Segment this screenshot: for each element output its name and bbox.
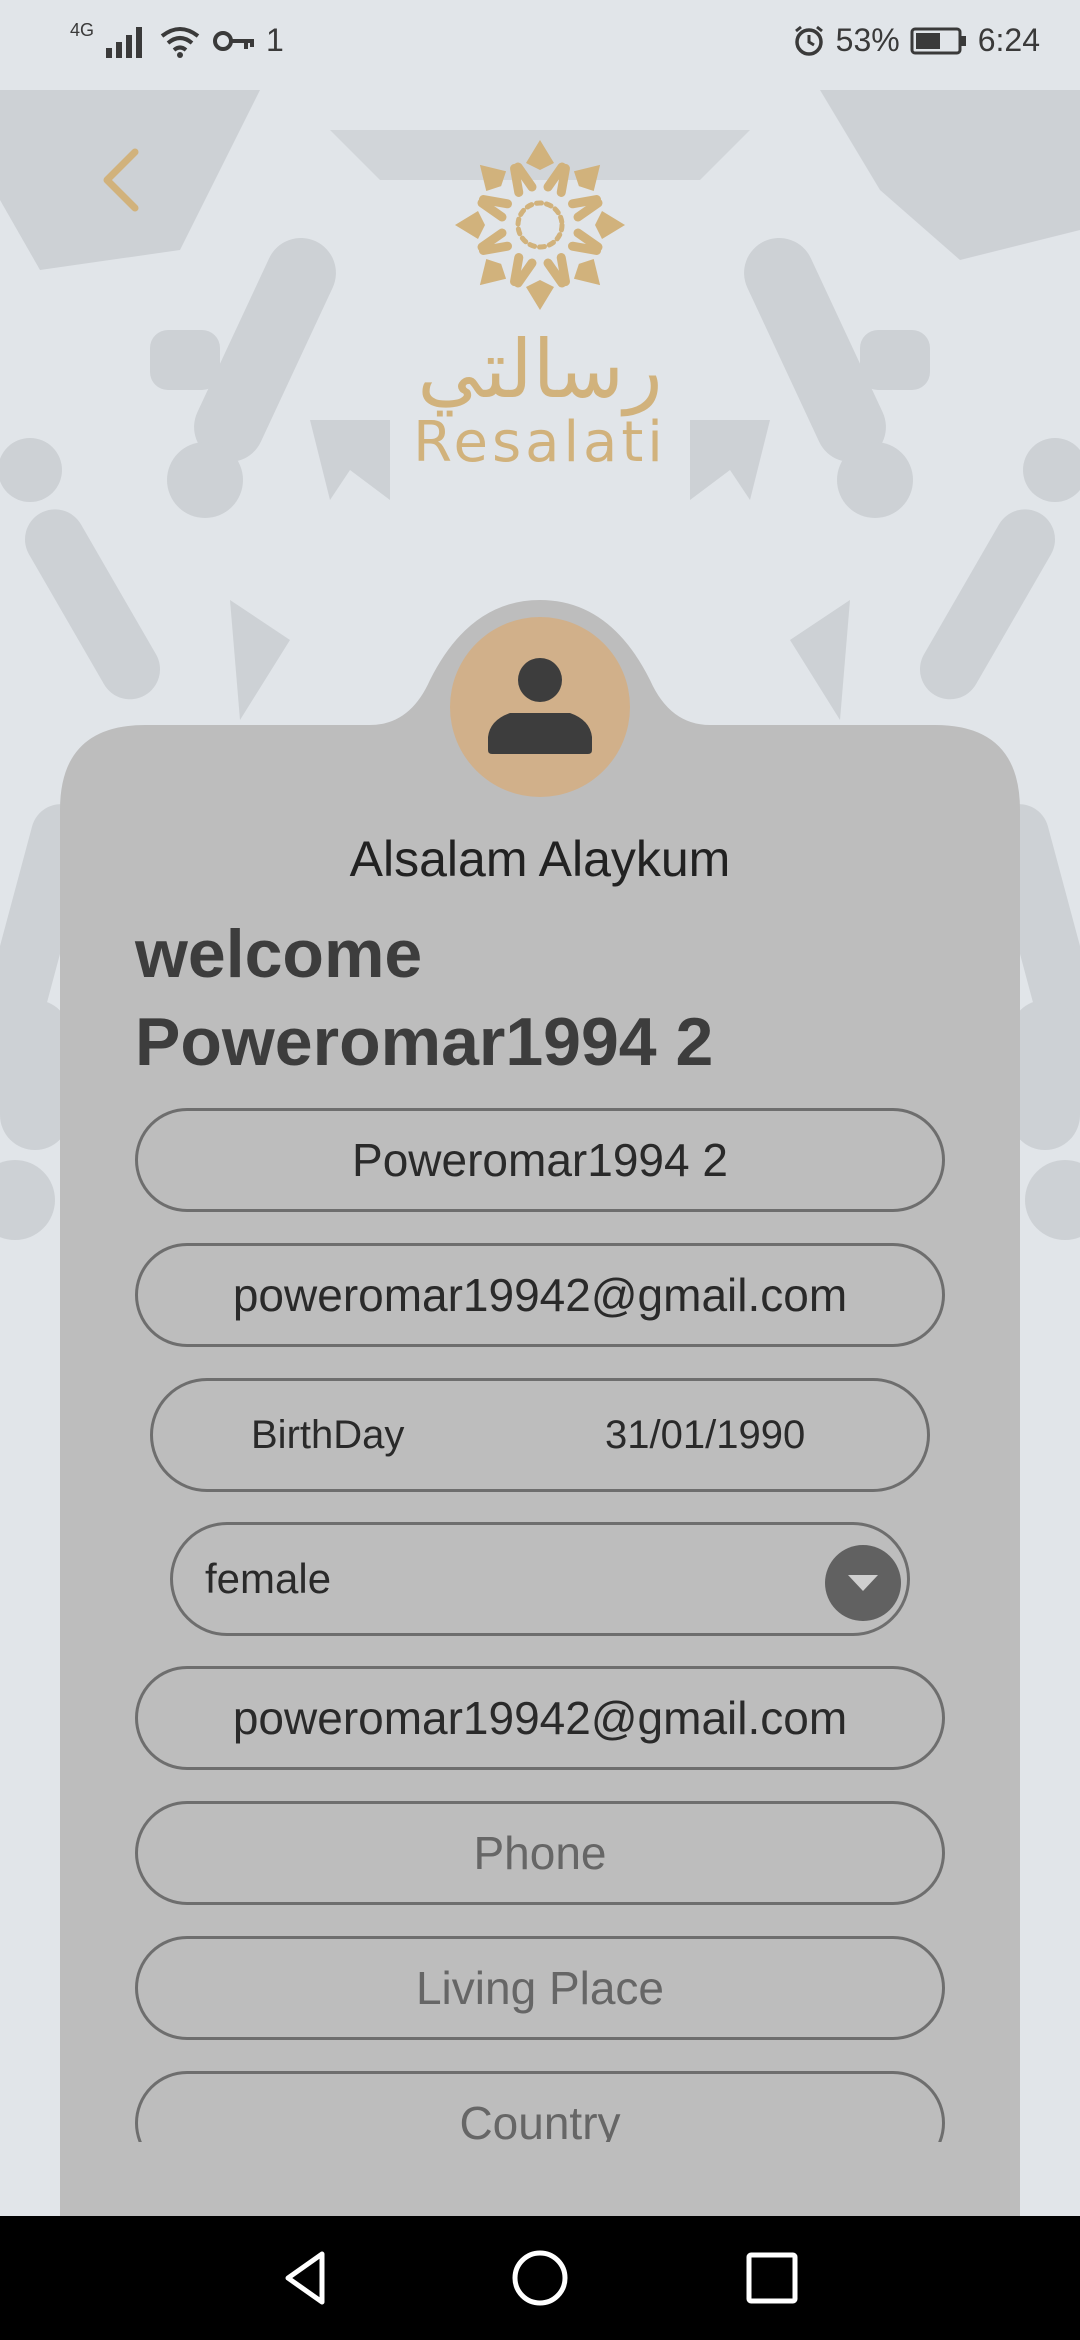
clock: 6:24 [977,22,1040,58]
battery-icon [910,27,966,54]
secondary-email-field[interactable]: poweromar19942@gmail.com [135,1666,945,1770]
battery-percent: 53% [835,22,900,58]
gender-value: female [205,1555,332,1602]
status-left: 4G 1 [70,20,284,59]
resalati-logo-icon [430,140,650,330]
welcome-heading: welcome Poweromar1994 2 [135,910,995,1086]
welcome-line: welcome [135,916,423,992]
signal-icon [106,26,143,58]
avatar[interactable] [450,617,630,797]
user-icon [488,658,592,754]
dropdown-button[interactable] [825,1545,901,1621]
wifi-icon [160,26,200,58]
logo-arabic-wordmark: رسالتي [417,323,663,416]
username-field[interactable]: Poweromar1994 2 [135,1108,945,1212]
gender-select[interactable]: female [170,1522,910,1636]
back-chevron-icon[interactable] [85,140,165,220]
living-place-field[interactable]: Living Place [135,1936,945,2040]
birthday-field[interactable]: BirthDay 31/01/1990 [150,1378,930,1492]
phone-field[interactable]: Phone [135,1801,945,1905]
status-right: 53% 6:24 [792,22,1040,59]
home-nav-icon[interactable] [508,2246,572,2310]
caret-down-icon [848,1575,878,1591]
birthday-label: BirthDay [251,1412,405,1457]
country-field-clip: Country [130,2068,950,2142]
alarm-icon [794,25,823,56]
birthday-value: 31/01/1990 [605,1412,806,1457]
sim-indicator: 1 [266,22,284,58]
welcome-username: Poweromar1994 2 [135,1004,714,1080]
status-bar: 4G 1 53% 6:24 [0,0,1080,90]
network-type: 4G [70,20,95,40]
system-nav-bar [0,2216,1080,2340]
recents-nav-icon[interactable] [740,2246,804,2310]
email-field[interactable]: poweromar19942@gmail.com [135,1243,945,1347]
key-icon [213,30,255,51]
back-nav-icon[interactable] [276,2246,340,2310]
greeting-text: Alsalam Alaykum [349,831,731,887]
country-field[interactable]: Country [135,2071,945,2142]
logo-latin-wordmark: Resalati [413,410,667,475]
